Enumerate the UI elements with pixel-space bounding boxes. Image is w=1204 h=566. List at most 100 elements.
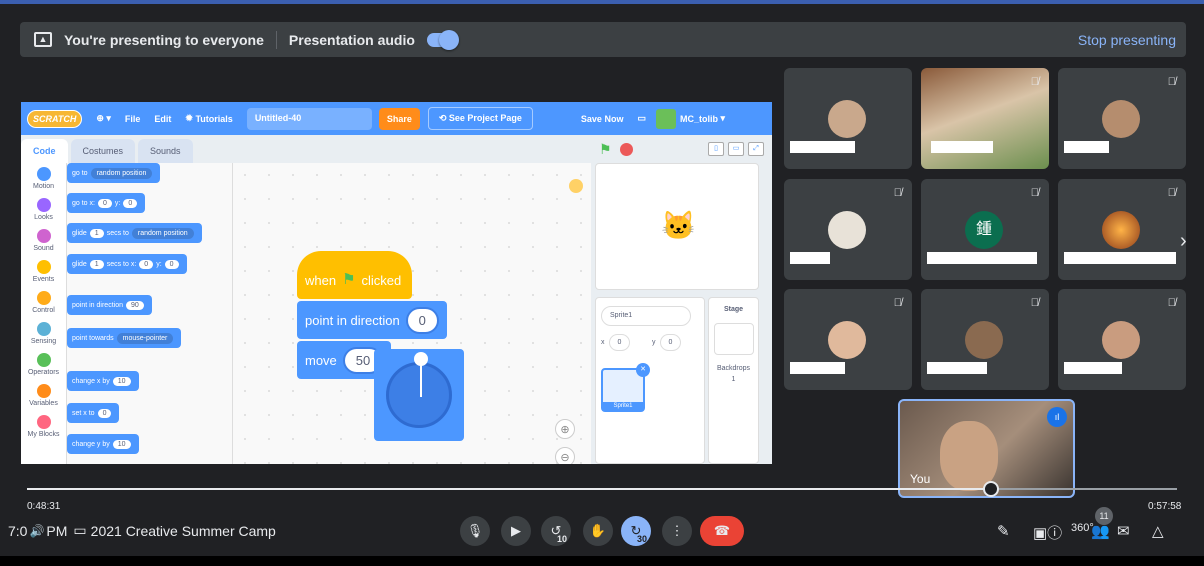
stop-sign-icon[interactable] xyxy=(619,142,633,156)
green-flag-icon[interactable]: ⚑ xyxy=(599,141,612,158)
share-button[interactable]: Share xyxy=(378,107,420,130)
chevron-right-icon[interactable]: › xyxy=(1180,230,1187,253)
participant-video-tile[interactable]: 🎙̸ xyxy=(921,68,1049,169)
zoom-in-icon[interactable]: ⊕ xyxy=(555,419,575,439)
category-dot xyxy=(36,291,51,305)
block-change-y[interactable]: change y by 10 xyxy=(67,434,139,454)
tab-sounds[interactable]: Sounds xyxy=(138,139,193,163)
scratch-logo[interactable]: SCRATCH xyxy=(27,109,83,128)
block-go-to-xy[interactable]: go to x: 0 y: 0 xyxy=(67,193,146,213)
direction-dial-popup[interactable] xyxy=(374,349,464,441)
script-area[interactable]: when ⚑ clicked point in direction 0 move 50 … xyxy=(233,163,591,464)
see-project-page-button[interactable]: ⟲ See Project Page xyxy=(427,107,533,130)
category-my-blocks[interactable]: My Blocks xyxy=(21,411,66,442)
mic-off-icon: 🎙̸ xyxy=(1167,76,1176,88)
camera-button[interactable]: ▶ xyxy=(501,516,531,546)
stage-selector[interactable]: Stage Backdrops 1 xyxy=(708,297,759,464)
block-point-towards[interactable]: point towards mouse-pointer xyxy=(67,328,182,348)
block-input[interactable]: 0 xyxy=(139,259,154,269)
tab-costumes[interactable]: Costumes xyxy=(70,139,136,163)
category-motion[interactable]: Motion xyxy=(21,163,66,194)
cat-sprite-icon[interactable]: 🐱 xyxy=(661,209,696,242)
block-input[interactable]: 0 xyxy=(164,259,179,269)
category-variables[interactable]: Variables xyxy=(21,380,66,411)
participant-tile[interactable]: 🎙̸ xyxy=(784,179,912,280)
forward-button[interactable]: ↻ 30 xyxy=(621,516,651,546)
block-input[interactable]: 10 xyxy=(112,439,131,449)
project-title-input[interactable]: Untitled-40 xyxy=(246,107,372,130)
dial-handle[interactable] xyxy=(414,352,428,366)
user-menu[interactable]: MC_tolib ▾ xyxy=(655,108,725,129)
block-input[interactable]: 1 xyxy=(89,228,104,238)
mic-off-icon: 🎙̸ xyxy=(893,297,902,309)
leave-call-button[interactable]: ☎ xyxy=(700,516,744,546)
playback-handle[interactable] xyxy=(982,481,999,497)
category-control[interactable]: Control xyxy=(21,287,66,318)
captions-icon[interactable]: ▭ xyxy=(73,522,86,539)
block-input[interactable]: 1 xyxy=(89,259,104,269)
menu-file[interactable]: File xyxy=(125,114,141,124)
my-stuff-folder-icon[interactable]: ▭ xyxy=(637,113,646,124)
tab-code[interactable]: Code xyxy=(21,139,68,163)
chat-icon[interactable]: ✉ xyxy=(1117,522,1130,540)
volume-icon[interactable]: 🔊 xyxy=(29,524,44,538)
block-input[interactable]: 0 xyxy=(123,198,138,208)
direction-input[interactable]: 0 xyxy=(405,306,439,334)
activities-icon[interactable]: △ xyxy=(1152,522,1164,540)
stop-presenting-button[interactable]: Stop presenting xyxy=(1078,32,1176,48)
participant-tile[interactable]: 🎙̸ 鍾 xyxy=(921,179,1049,280)
x-input[interactable]: 0 xyxy=(608,334,631,351)
participant-name-redacted xyxy=(927,362,987,374)
category-operators[interactable]: Operators xyxy=(21,349,66,380)
block-input[interactable]: 0 xyxy=(97,408,112,418)
block-input[interactable]: 0 xyxy=(97,198,112,208)
sprite-name-input[interactable]: Sprite1 xyxy=(601,306,691,326)
block-dropdown[interactable]: mouse-pointer xyxy=(116,332,174,344)
participant-tile[interactable]: 🎙̸ xyxy=(1058,179,1186,280)
block-go-to[interactable]: go to random position xyxy=(67,163,161,183)
participant-tile[interactable] xyxy=(784,68,912,169)
block-text: y: xyxy=(114,199,121,207)
language-globe-icon[interactable]: ⊕ ▾ xyxy=(96,113,111,124)
playback-scrubber[interactable] xyxy=(27,481,1177,497)
participant-tile[interactable]: 🎙̸ xyxy=(1058,68,1186,169)
when-flag-clicked-block[interactable]: when ⚑ clicked xyxy=(297,251,412,299)
fullscreen-icon[interactable]: ⤢ xyxy=(748,142,764,156)
category-looks[interactable]: Looks xyxy=(21,194,66,225)
pencil-icon[interactable]: ✎ xyxy=(997,522,1010,540)
block-change-x[interactable]: change x by 10 xyxy=(67,371,139,391)
participant-tile[interactable]: 🎙̸ xyxy=(784,289,912,390)
sprite-tile[interactable]: ✕ Sprite1 xyxy=(601,363,650,412)
rewind-button[interactable]: ↺ 10 xyxy=(541,516,571,546)
save-now-link[interactable]: Save Now xyxy=(581,114,624,124)
point-in-direction-block[interactable]: point in direction 0 xyxy=(297,301,447,339)
block-input[interactable]: 10 xyxy=(112,376,131,386)
category-events[interactable]: Events xyxy=(21,256,66,287)
participant-tile[interactable]: 🎙̸ xyxy=(921,289,1049,390)
delete-sprite-icon[interactable]: ✕ xyxy=(636,363,650,377)
block-dropdown[interactable]: random position xyxy=(131,227,194,239)
menu-tutorials[interactable]: ✹ Tutorials xyxy=(185,113,232,124)
small-stage-icon[interactable]: ▯ xyxy=(708,142,724,156)
meeting-info-icon[interactable]: ▣ⓘ xyxy=(1033,522,1062,543)
large-stage-icon[interactable]: ▭ xyxy=(728,142,744,156)
people-icon[interactable]: 👥 xyxy=(1091,522,1110,540)
zoom-out-icon[interactable]: ⊖ xyxy=(555,447,575,464)
more-options-button[interactable]: ⋮ xyxy=(662,516,692,546)
menu-edit[interactable]: Edit xyxy=(154,114,171,124)
direction-dial[interactable] xyxy=(386,352,452,428)
block-point-in-direction[interactable]: point in direction 90 xyxy=(67,295,152,315)
raise-hand-button[interactable]: ✋ xyxy=(583,516,613,546)
block-dropdown[interactable]: random position xyxy=(90,167,153,179)
stage-canvas[interactable]: 🐱 xyxy=(595,163,759,290)
block-glide-random[interactable]: glide 1 secs to random position xyxy=(67,223,202,243)
category-sensing[interactable]: Sensing xyxy=(21,318,66,349)
presentation-audio-toggle[interactable] xyxy=(426,29,459,50)
block-set-x[interactable]: set x to 0 xyxy=(67,403,120,423)
block-glide-xy[interactable]: glide 1 secs to x: 0 y: 0 xyxy=(67,254,187,274)
block-input[interactable]: 90 xyxy=(125,300,144,310)
microphone-button[interactable]: 🎙 xyxy=(460,516,490,546)
category-sound[interactable]: Sound xyxy=(21,225,66,256)
participant-tile[interactable]: 🎙̸ xyxy=(1058,289,1186,390)
y-input[interactable]: 0 xyxy=(659,334,682,351)
